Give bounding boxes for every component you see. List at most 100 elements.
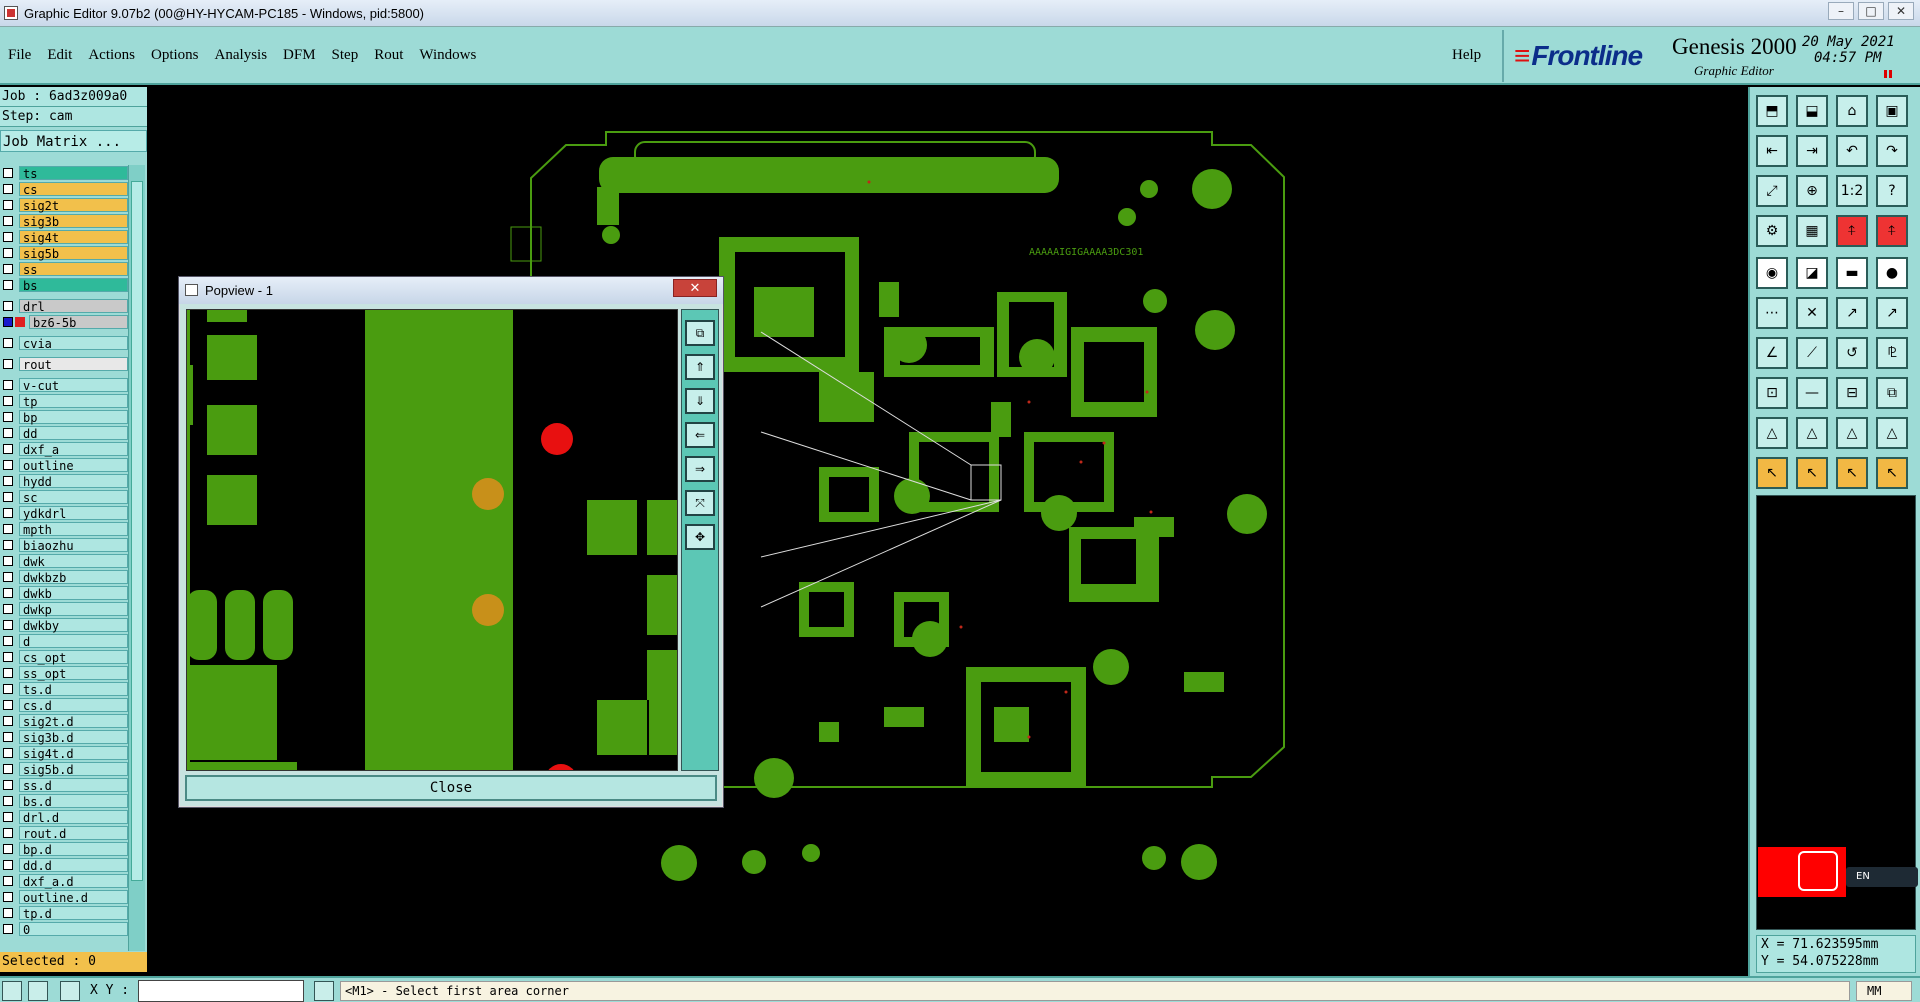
tools-icon[interactable]: ⚙ — [1756, 215, 1788, 247]
layer-row[interactable]: drl.d — [0, 809, 128, 825]
layer-row[interactable]: sig5b.d — [0, 761, 128, 777]
layer-checkbox[interactable] — [3, 668, 13, 678]
text-icon[interactable]: ⅊ — [1876, 337, 1908, 369]
snap-icon[interactable]: ⋯ — [1756, 297, 1788, 329]
layer-row[interactable]: bz6-5b — [0, 314, 128, 330]
triangle4-icon[interactable]: △ — [1876, 417, 1908, 449]
layer-checkbox[interactable] — [3, 380, 13, 390]
layer-row[interactable]: ts.d — [0, 681, 128, 697]
layer-name[interactable]: cs_opt — [19, 650, 128, 665]
layer-checkbox[interactable] — [3, 476, 13, 486]
layer-row[interactable]: sig2t — [0, 197, 128, 213]
scroll-thumb[interactable] — [131, 181, 143, 881]
layer-row[interactable]: ts — [0, 165, 128, 181]
layer-row[interactable]: ss_opt — [0, 665, 128, 681]
menu-help[interactable]: Help — [1452, 47, 1481, 64]
layer-row[interactable]: drl — [0, 298, 128, 314]
layer-checkbox[interactable] — [3, 460, 13, 470]
grid-icon[interactable]: ▦ — [1796, 215, 1828, 247]
menu-analysis[interactable]: Analysis — [207, 47, 276, 64]
layer-name[interactable]: dwkp — [19, 602, 128, 617]
layer-row[interactable]: dxf_a — [0, 441, 128, 457]
layer-checkbox[interactable] — [3, 892, 13, 902]
layer-name[interactable]: ss_opt — [19, 666, 128, 681]
layer-row[interactable]: cs — [0, 181, 128, 197]
layer-name[interactable]: dxf_a — [19, 442, 128, 457]
measure-mode-icon[interactable] — [28, 981, 48, 1001]
layer-row[interactable]: bs.d — [0, 793, 128, 809]
layer-checkbox[interactable] — [3, 338, 13, 348]
layer-name[interactable]: bz6-5b — [29, 315, 128, 330]
layer-checkbox[interactable] — [3, 796, 13, 806]
job-matrix-button[interactable]: Job Matrix ... — [0, 130, 147, 152]
layer-name[interactable]: drl.d — [19, 810, 128, 825]
layer-row[interactable]: cs_opt — [0, 649, 128, 665]
units-indicator[interactable]: MM — [1856, 981, 1912, 1001]
layer-row[interactable]: sig3b.d — [0, 729, 128, 745]
layer-name[interactable]: 0 — [19, 922, 128, 937]
pan-right-icon[interactable]: ⇥ — [1796, 135, 1828, 167]
layer-row[interactable]: sig2t.d — [0, 713, 128, 729]
layer-checkbox[interactable] — [3, 280, 13, 290]
layer-row[interactable]: dwkp — [0, 601, 128, 617]
layer-row[interactable]: dxf_a.d — [0, 873, 128, 889]
angle-icon[interactable]: ∠ — [1756, 337, 1788, 369]
menu-options[interactable]: Options — [143, 47, 207, 64]
layer-checkbox[interactable] — [3, 924, 13, 934]
layer-row[interactable]: cvia — [0, 335, 128, 351]
frame-icon[interactable]: ▣ — [1876, 95, 1908, 127]
layer-row[interactable]: biaozhu — [0, 537, 128, 553]
line-icon[interactable]: ◪ — [1796, 257, 1828, 289]
ime-badge[interactable]: EN — [1846, 867, 1918, 887]
layer-name[interactable]: dd — [19, 426, 128, 441]
fit-icon[interactable]: ⤢ — [1756, 175, 1788, 207]
layer-row[interactable]: tp.d — [0, 905, 128, 921]
popview-fit-icon[interactable]: ⤧ — [685, 490, 715, 516]
layer-checkbox[interactable] — [3, 216, 13, 226]
layer-checkbox[interactable] — [3, 844, 13, 854]
layer-checkbox[interactable] — [3, 492, 13, 502]
open-icon[interactable]: ⬓ — [1796, 95, 1828, 127]
popview-close-button[interactable]: Close — [185, 775, 717, 801]
layer-name[interactable]: bs — [19, 278, 128, 293]
layer-checkbox[interactable] — [3, 556, 13, 566]
layer-row[interactable]: ss.d — [0, 777, 128, 793]
layer-checkbox[interactable] — [3, 876, 13, 886]
layer-row[interactable]: sig4t — [0, 229, 128, 245]
layer-checkbox[interactable] — [3, 508, 13, 518]
pointer-icon[interactable]: ↖ — [1756, 457, 1788, 489]
pointer4-icon[interactable]: ↖ — [1876, 457, 1908, 489]
popview-up-icon[interactable]: ⇑ — [685, 354, 715, 380]
zoom-area-icon[interactable]: ⊕ — [1796, 175, 1828, 207]
layer-name[interactable]: sig4t.d — [19, 746, 128, 761]
layer-name[interactable]: sig2t — [19, 198, 128, 213]
zoom-home-icon[interactable]: ⬒ — [1756, 95, 1788, 127]
menu-actions[interactable]: Actions — [80, 47, 143, 64]
popview-down-icon[interactable]: ⇓ — [685, 388, 715, 414]
layer-name[interactable]: d — [19, 634, 128, 649]
layer-checkbox[interactable] — [3, 764, 13, 774]
layer-checkbox[interactable] — [3, 716, 13, 726]
popview-zoom-icon[interactable]: ⧉ — [685, 320, 715, 346]
layer-checkbox[interactable] — [3, 184, 13, 194]
layer-checkbox[interactable] — [3, 588, 13, 598]
layer-checkbox[interactable] — [3, 524, 13, 534]
layer-checkbox[interactable] — [3, 748, 13, 758]
layer-row[interactable]: cs.d — [0, 697, 128, 713]
layer-name[interactable]: dwkb — [19, 586, 128, 601]
layer-checkbox[interactable] — [3, 812, 13, 822]
measure-icon[interactable]: ⍏ — [1836, 215, 1868, 247]
minimize-button[interactable]: – — [1828, 2, 1854, 20]
layer-name[interactable]: dxf_a.d — [19, 874, 128, 889]
layer-row[interactable]: ss — [0, 261, 128, 277]
maximize-button[interactable]: □ — [1858, 2, 1884, 20]
layer-name[interactable]: sig3b.d — [19, 730, 128, 745]
layer-row[interactable]: dwkbzb — [0, 569, 128, 585]
layer-checkbox[interactable] — [3, 396, 13, 406]
film-icon[interactable]: ▬ — [1836, 257, 1868, 289]
layer-name[interactable]: ss.d — [19, 778, 128, 793]
layer-row[interactable]: sig4t.d — [0, 745, 128, 761]
layer-name[interactable]: bp — [19, 410, 128, 425]
connect-icon[interactable]: ↗ — [1876, 297, 1908, 329]
select-icon[interactable]: ⊡ — [1756, 377, 1788, 409]
